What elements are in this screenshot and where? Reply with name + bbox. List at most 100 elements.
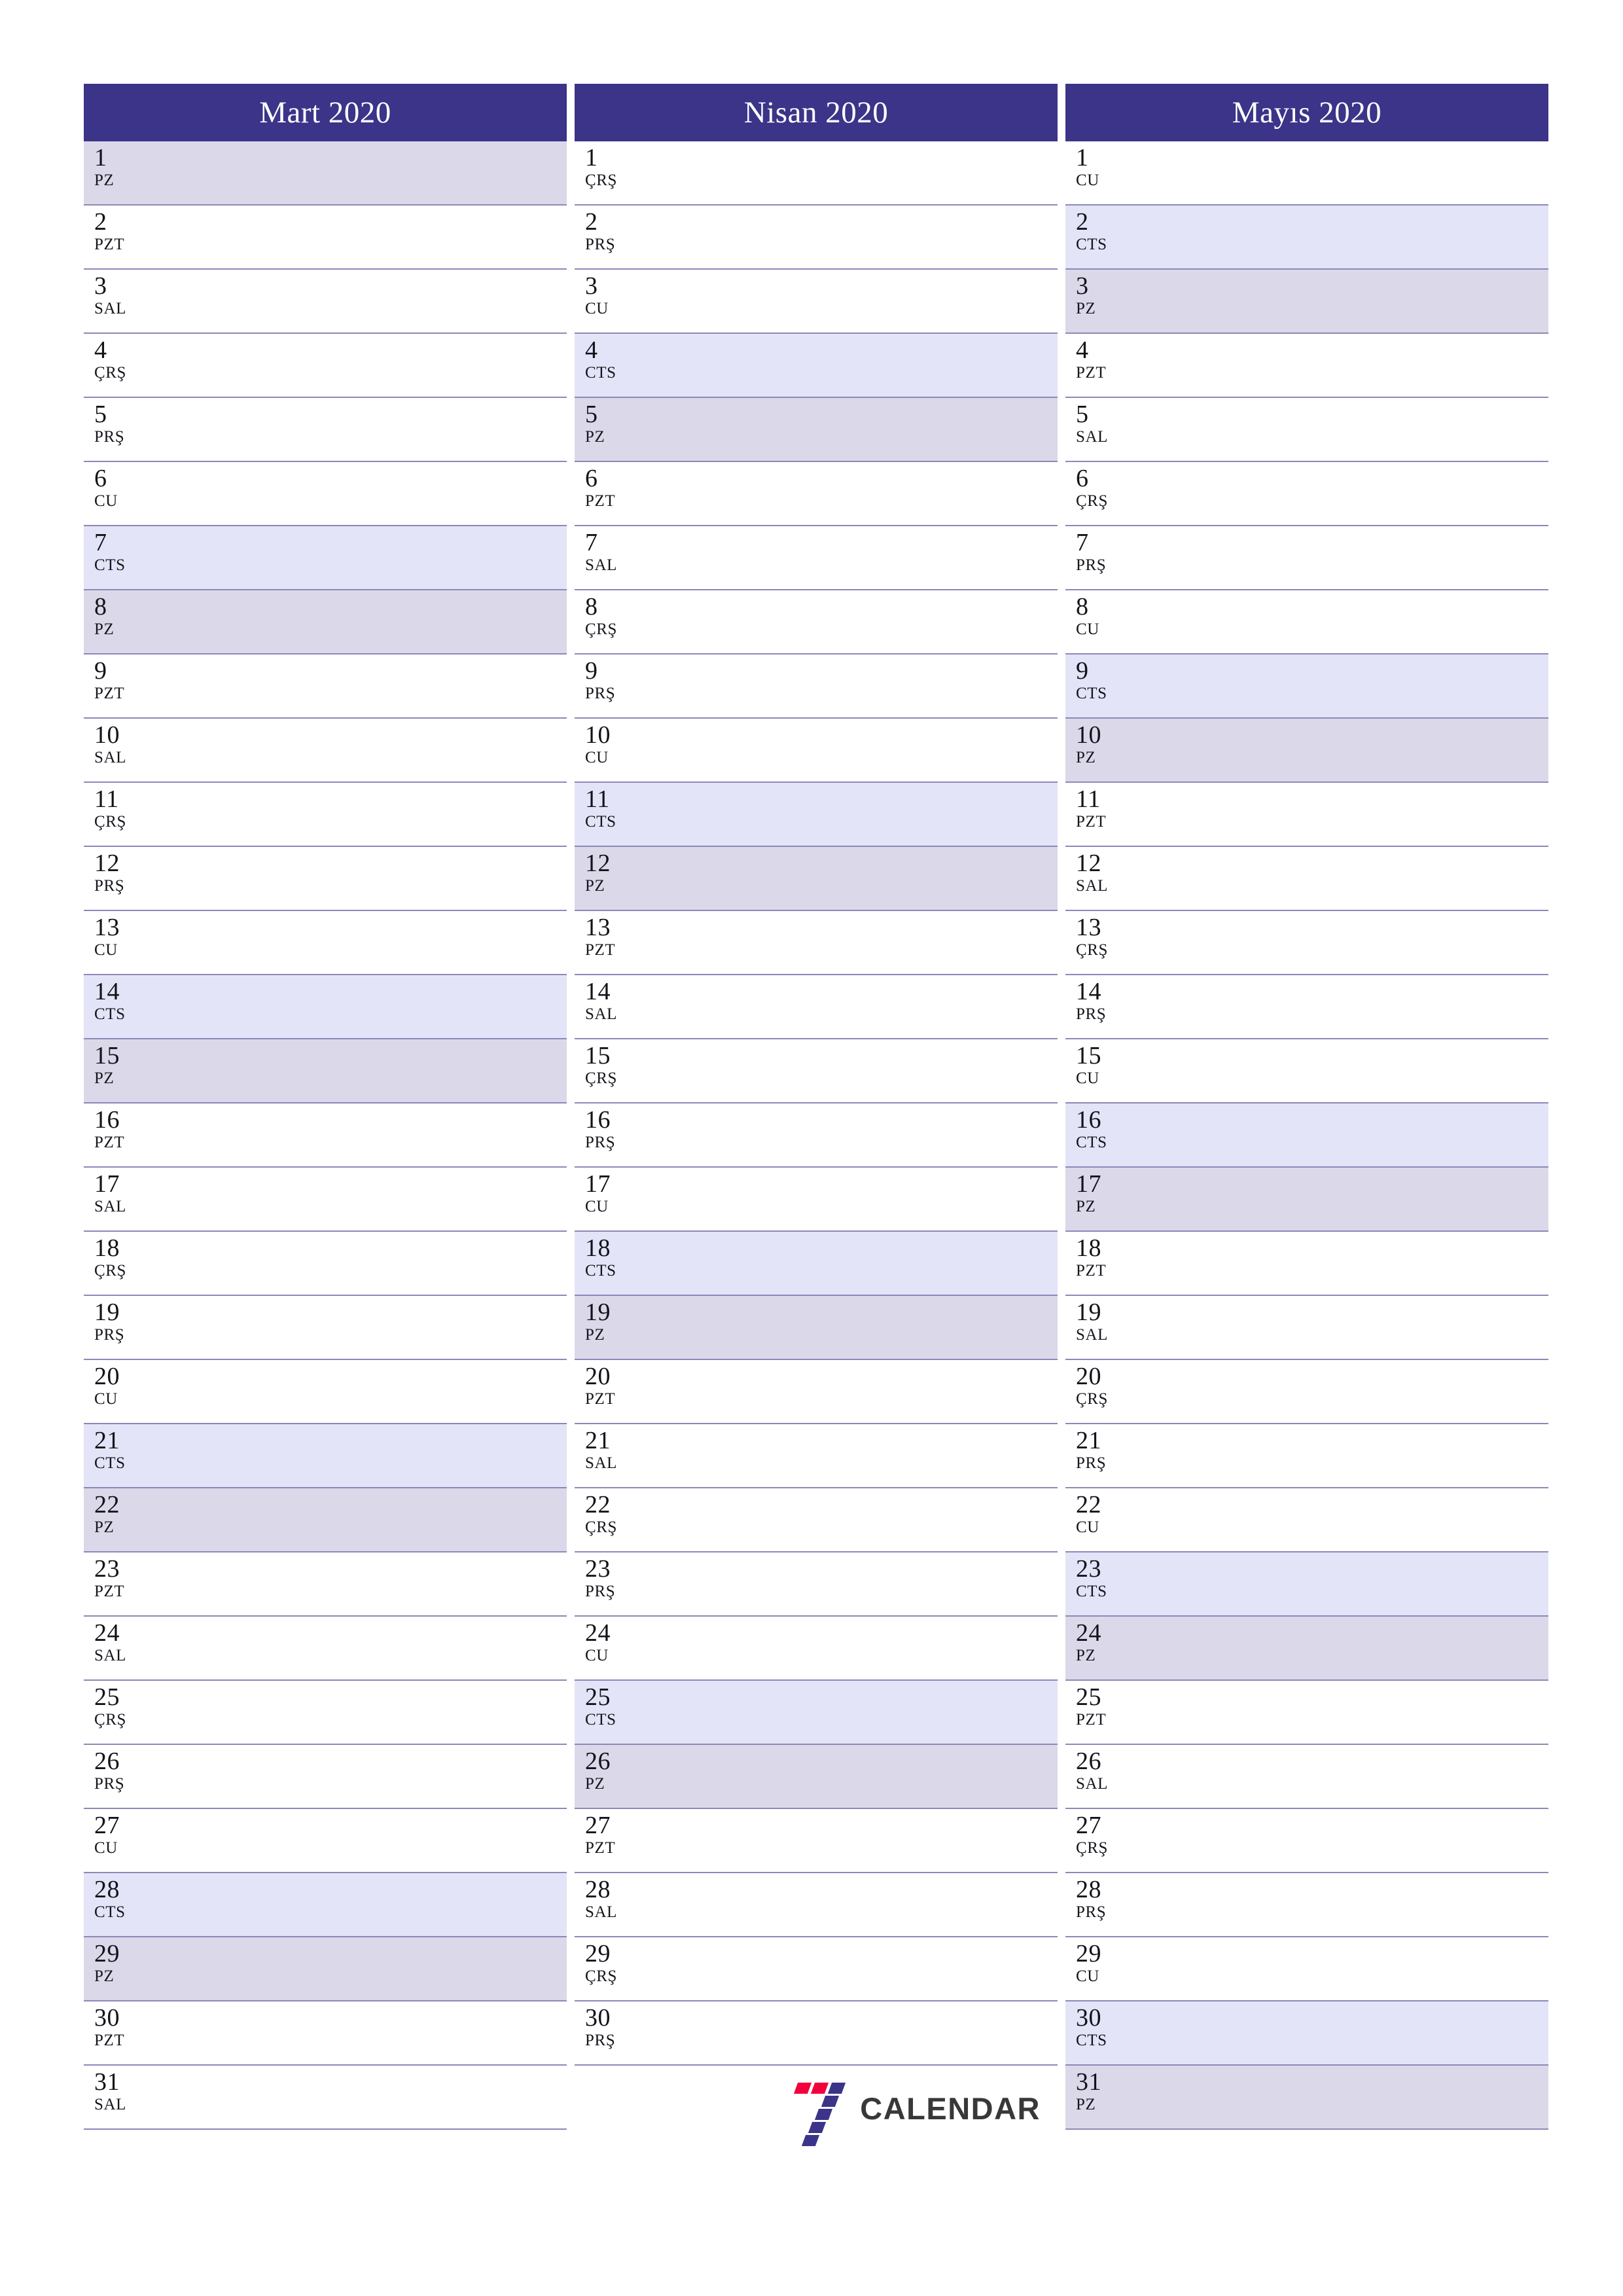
day-row[interactable]: 20 ÇRŞ (1065, 1360, 1548, 1424)
day-row[interactable]: 16 CTS (1065, 1103, 1548, 1168)
day-row[interactable]: 31 SAL (84, 2066, 567, 2130)
day-row[interactable]: 21 PRŞ (1065, 1424, 1548, 1488)
day-row[interactable]: 20 PZT (575, 1360, 1058, 1424)
day-row[interactable]: 8 ÇRŞ (575, 590, 1058, 655)
day-row[interactable]: 30 CTS (1065, 2001, 1548, 2066)
day-number: 25 (1076, 1683, 1101, 1711)
day-row[interactable]: 1 PZ (84, 141, 567, 206)
day-row[interactable]: 14 SAL (575, 975, 1058, 1039)
day-row[interactable]: 29 CU (1065, 1937, 1548, 2001)
day-row[interactable]: 18 CTS (575, 1232, 1058, 1296)
day-number: 28 (585, 1876, 611, 1903)
day-row[interactable]: 28 CTS (84, 1873, 567, 1937)
day-number: 3 (94, 272, 107, 300)
day-row[interactable]: 25 ÇRŞ (84, 1681, 567, 1745)
day-row[interactable]: 4 PZT (1065, 334, 1548, 398)
day-row[interactable]: 14 CTS (84, 975, 567, 1039)
day-row[interactable]: 1 CU (1065, 141, 1548, 206)
day-row[interactable]: 8 CU (1065, 590, 1548, 655)
day-row[interactable]: 26 SAL (1065, 1745, 1548, 1809)
day-row[interactable]: 14 PRŞ (1065, 975, 1548, 1039)
day-row[interactable]: 28 SAL (575, 1873, 1058, 1937)
day-row[interactable]: 19 SAL (1065, 1296, 1548, 1360)
day-row[interactable]: 28 PRŞ (1065, 1873, 1548, 1937)
day-row[interactable]: 4 CTS (575, 334, 1058, 398)
day-row[interactable]: 9 CTS (1065, 655, 1548, 719)
day-row[interactable]: 16 PRŞ (575, 1103, 1058, 1168)
day-row[interactable]: 22 CU (1065, 1488, 1548, 1552)
day-row[interactable]: 22 ÇRŞ (575, 1488, 1058, 1552)
day-row[interactable]: 4 ÇRŞ (84, 334, 567, 398)
day-row[interactable]: 7 SAL (575, 526, 1058, 590)
day-row[interactable]: 12 PZ (575, 847, 1058, 911)
day-row[interactable]: 2 CTS (1065, 206, 1548, 270)
day-row[interactable]: 3 CU (575, 270, 1058, 334)
day-row[interactable]: 2 PZT (84, 206, 567, 270)
day-row[interactable]: 5 PRŞ (84, 398, 567, 462)
day-weekday-label: PZT (585, 941, 616, 959)
day-row[interactable]: 5 SAL (1065, 398, 1548, 462)
day-row[interactable]: 31 PZ (1065, 2066, 1548, 2130)
day-row[interactable]: 27 ÇRŞ (1065, 1809, 1548, 1873)
day-row[interactable]: 26 PZ (575, 1745, 1058, 1809)
day-row[interactable]: 8 PZ (84, 590, 567, 655)
day-row[interactable]: 26 PRŞ (84, 1745, 567, 1809)
day-row[interactable]: 30 PZT (84, 2001, 567, 2066)
day-row[interactable]: 23 PZT (84, 1552, 567, 1617)
day-row[interactable]: 6 ÇRŞ (1065, 462, 1548, 526)
day-row[interactable]: 25 PZT (1065, 1681, 1548, 1745)
day-row[interactable]: 10 PZ (1065, 719, 1548, 783)
day-row[interactable]: 23 PRŞ (575, 1552, 1058, 1617)
day-row[interactable]: 24 SAL (84, 1617, 567, 1681)
day-row[interactable]: 7 PRŞ (1065, 526, 1548, 590)
day-row[interactable]: 27 CU (84, 1809, 567, 1873)
day-weekday-label: SAL (585, 1903, 618, 1921)
day-row[interactable]: 18 ÇRŞ (84, 1232, 567, 1296)
day-row[interactable]: 15 CU (1065, 1039, 1548, 1103)
day-row[interactable]: 25 CTS (575, 1681, 1058, 1745)
day-row[interactable]: 12 PRŞ (84, 847, 567, 911)
day-row[interactable]: 2 PRŞ (575, 206, 1058, 270)
day-row[interactable]: 13 CU (84, 911, 567, 975)
day-row[interactable]: 13 PZT (575, 911, 1058, 975)
day-row[interactable]: 9 PRŞ (575, 655, 1058, 719)
day-row[interactable]: 10 SAL (84, 719, 567, 783)
day-row[interactable]: 30 PRŞ (575, 2001, 1058, 2066)
day-row[interactable]: 23 CTS (1065, 1552, 1548, 1617)
day-row[interactable]: 16 PZT (84, 1103, 567, 1168)
day-row[interactable]: 17 SAL (84, 1168, 567, 1232)
day-row[interactable]: 11 PZT (1065, 783, 1548, 847)
day-row[interactable]: 24 PZ (1065, 1617, 1548, 1681)
day-row[interactable]: 3 PZ (1065, 270, 1548, 334)
day-row[interactable]: 7 CTS (84, 526, 567, 590)
day-row[interactable]: 15 PZ (84, 1039, 567, 1103)
day-row[interactable]: 10 CU (575, 719, 1058, 783)
day-weekday-label: PZ (94, 171, 115, 189)
day-row[interactable]: 24 CU (575, 1617, 1058, 1681)
day-row[interactable]: 22 PZ (84, 1488, 567, 1552)
day-row[interactable]: 17 CU (575, 1168, 1058, 1232)
day-row[interactable]: 29 PZ (84, 1937, 567, 2001)
day-weekday-label: PZ (94, 1967, 115, 1985)
day-row[interactable]: 11 CTS (575, 783, 1058, 847)
day-row[interactable]: 6 CU (84, 462, 567, 526)
day-number: 31 (1076, 2068, 1101, 2096)
day-row[interactable]: 3 SAL (84, 270, 567, 334)
day-row[interactable]: 9 PZT (84, 655, 567, 719)
day-row[interactable]: 1 ÇRŞ (575, 141, 1058, 206)
day-row[interactable]: 20 CU (84, 1360, 567, 1424)
day-row[interactable]: 6 PZT (575, 462, 1058, 526)
day-row[interactable]: 29 ÇRŞ (575, 1937, 1058, 2001)
day-row[interactable]: 15 ÇRŞ (575, 1039, 1058, 1103)
day-row[interactable]: 27 PZT (575, 1809, 1058, 1873)
day-row[interactable]: 13 ÇRŞ (1065, 911, 1548, 975)
day-row[interactable]: 21 CTS (84, 1424, 567, 1488)
day-row[interactable]: 5 PZ (575, 398, 1058, 462)
day-row[interactable]: 19 PZ (575, 1296, 1058, 1360)
day-row[interactable]: 17 PZ (1065, 1168, 1548, 1232)
day-row[interactable]: 19 PRŞ (84, 1296, 567, 1360)
day-row[interactable]: 12 SAL (1065, 847, 1548, 911)
day-row[interactable]: 21 SAL (575, 1424, 1058, 1488)
day-row[interactable]: 18 PZT (1065, 1232, 1548, 1296)
day-row[interactable]: 11 ÇRŞ (84, 783, 567, 847)
